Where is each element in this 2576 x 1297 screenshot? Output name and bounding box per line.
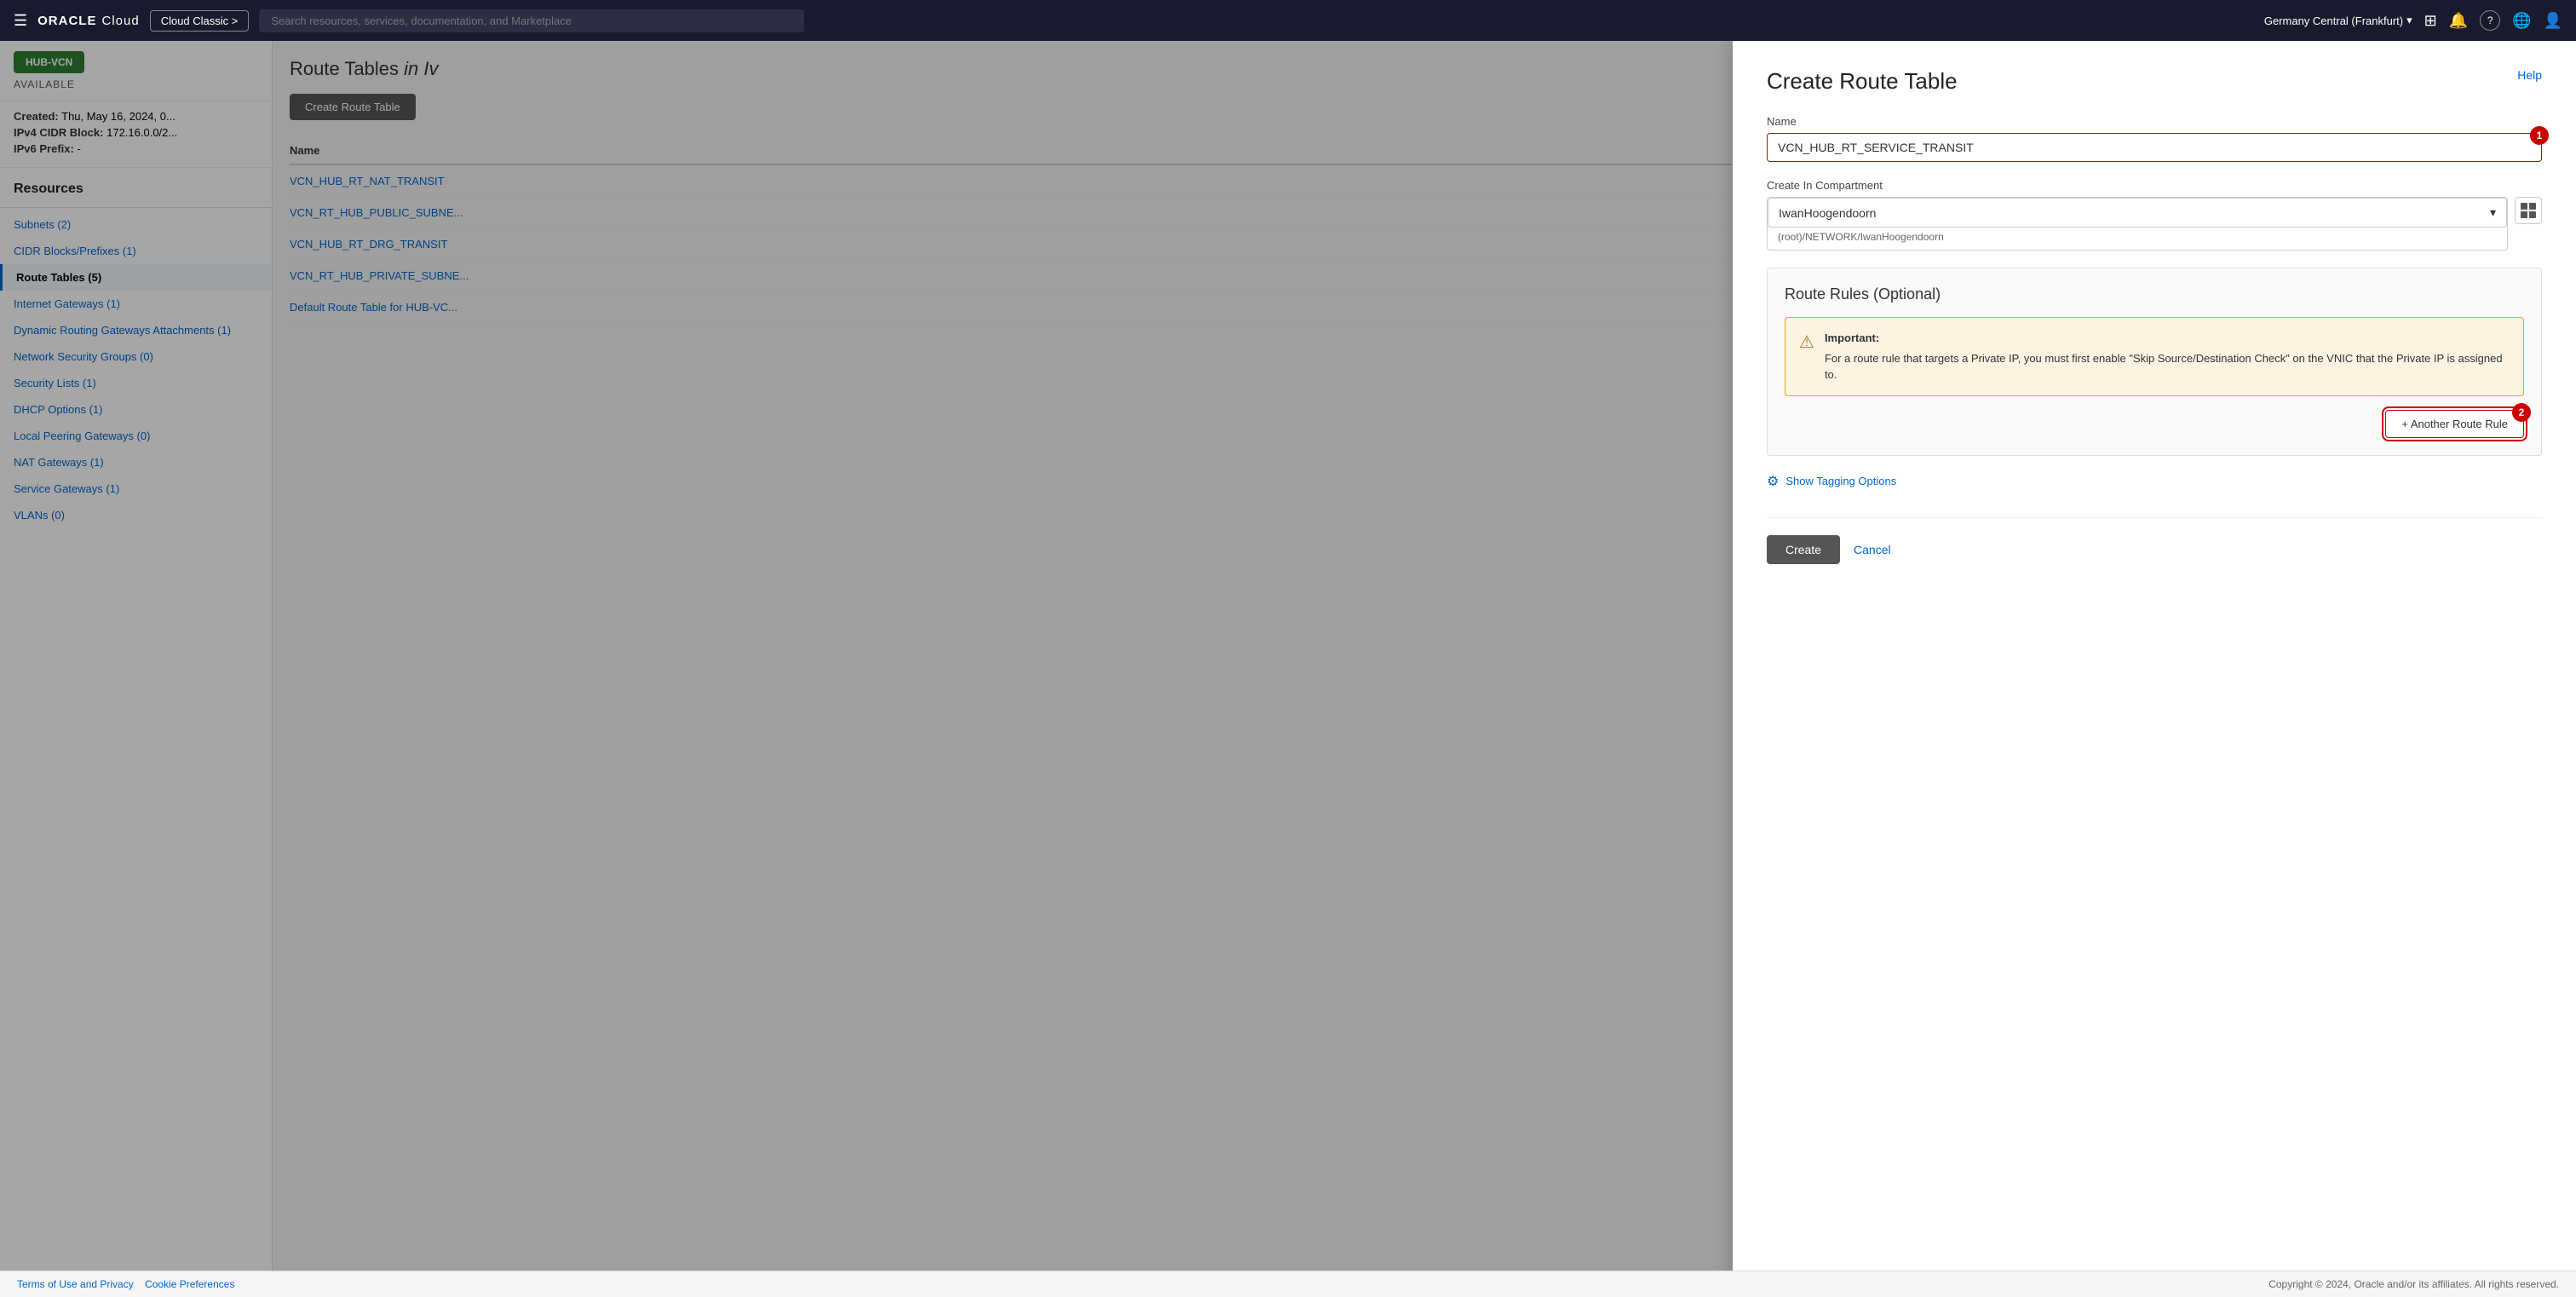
route-rules-title: Route Rules (Optional) bbox=[1785, 285, 2524, 303]
console-icon[interactable]: ⊞ bbox=[2424, 12, 2437, 30]
modal-footer: Create Cancel bbox=[1767, 517, 2542, 564]
hamburger-menu[interactable]: ☰ bbox=[14, 12, 27, 30]
nav-right: Germany Central (Frankfurt) ▾ ⊞ 🔔 ? 🌐 👤 bbox=[2264, 10, 2562, 31]
compartment-label: Create In Compartment bbox=[1767, 179, 2542, 192]
modal-title: Create Route Table bbox=[1767, 68, 2542, 95]
step-badge-1: 1 bbox=[2530, 126, 2549, 145]
oracle-logo: ORACLE Cloud bbox=[37, 14, 140, 28]
chevron-down-icon: ▾ bbox=[2490, 205, 2496, 220]
cloud-classic-button[interactable]: Cloud Classic > bbox=[150, 10, 250, 32]
globe-icon[interactable]: 🌐 bbox=[2512, 12, 2531, 30]
important-text: Important: For a route rule that targets… bbox=[1825, 330, 2510, 383]
footer-left: Terms of Use and Privacy Cookie Preferen… bbox=[17, 1278, 234, 1290]
cancel-button[interactable]: Cancel bbox=[1854, 543, 1891, 556]
search-input[interactable] bbox=[259, 9, 804, 32]
top-nav: ☰ ORACLE Cloud Cloud Classic > Germany C… bbox=[0, 0, 2576, 41]
compartment-grid-button[interactable] bbox=[2515, 197, 2542, 224]
help-icon[interactable]: ? bbox=[2480, 10, 2500, 31]
compartment-select[interactable]: IwanHoogendoorn ▾ bbox=[1768, 198, 2507, 228]
region-selector[interactable]: Germany Central (Frankfurt) ▾ bbox=[2264, 14, 2412, 27]
name-input[interactable] bbox=[1767, 133, 2542, 162]
name-input-wrapper: 1 bbox=[1767, 133, 2542, 162]
compartment-form-group: Create In Compartment IwanHoogendoorn ▾ … bbox=[1767, 179, 2542, 251]
another-route-rule-button[interactable]: + Another Route Rule bbox=[2385, 410, 2524, 438]
create-submit-button[interactable]: Create bbox=[1767, 535, 1840, 564]
modal-help-link[interactable]: Help bbox=[2517, 68, 2542, 82]
show-tagging-link[interactable]: ⚙ Show Tagging Options bbox=[1767, 473, 2542, 490]
modal-overlay: Create Route Table Help Name 1 Create In… bbox=[0, 41, 2576, 1297]
name-form-group: Name 1 bbox=[1767, 115, 2542, 162]
route-rules-box: Route Rules (Optional) ⚠ Important: For … bbox=[1767, 268, 2542, 456]
terms-link[interactable]: Terms of Use and Privacy bbox=[17, 1278, 134, 1290]
notification-icon[interactable]: 🔔 bbox=[2449, 12, 2468, 30]
user-avatar[interactable]: 👤 bbox=[2544, 12, 2562, 30]
footer-copyright: Copyright © 2024, Oracle and/or its affi… bbox=[2268, 1278, 2559, 1290]
page-footer: Terms of Use and Privacy Cookie Preferen… bbox=[0, 1271, 2576, 1297]
grid-icon bbox=[2521, 203, 2536, 218]
compartment-path: (root)/NETWORK/IwanHoogendoorn bbox=[1768, 228, 2507, 250]
tagging-icon: ⚙ bbox=[1767, 473, 1779, 490]
another-route-rule-wrapper: + Another Route Rule 2 bbox=[2385, 410, 2524, 438]
name-label: Name bbox=[1767, 115, 2542, 128]
modal-panel: Create Route Table Help Name 1 Create In… bbox=[1733, 41, 2576, 1297]
important-box: ⚠ Important: For a route rule that targe… bbox=[1785, 317, 2524, 396]
cookie-link[interactable]: Cookie Preferences bbox=[145, 1278, 234, 1290]
warning-icon: ⚠ bbox=[1799, 331, 1814, 353]
step-badge-2: 2 bbox=[2512, 403, 2531, 422]
